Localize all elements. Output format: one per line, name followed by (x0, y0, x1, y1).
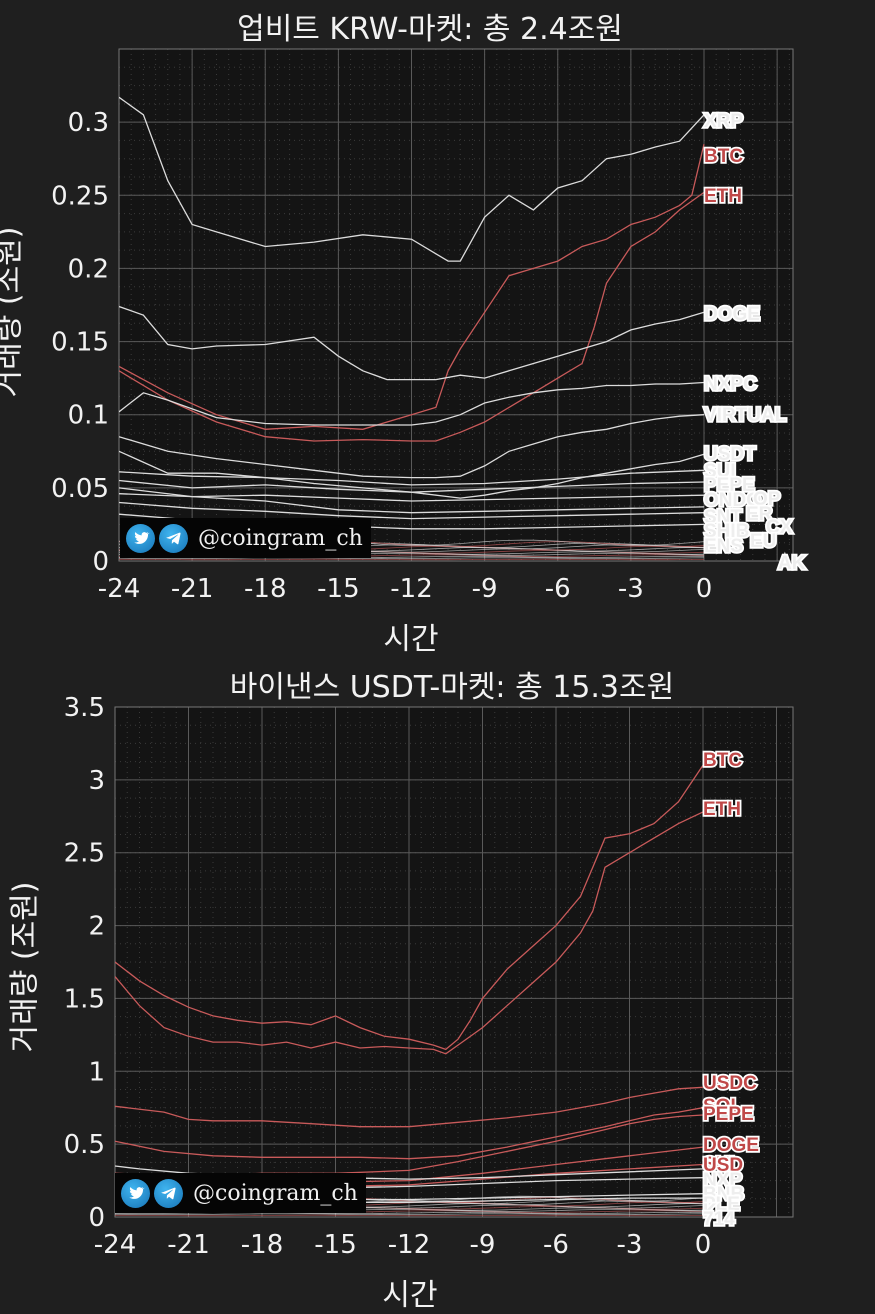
x-tick-label: -21 (171, 574, 213, 604)
partial-end-label: AK (778, 553, 806, 574)
x-tick-label: -15 (314, 1230, 356, 1260)
y-tick-label: 0.25 (51, 181, 109, 211)
y-tick-label: 0.1 (68, 401, 109, 431)
x-tick-label: -12 (388, 1230, 430, 1260)
x-tick-label: -9 (470, 1230, 496, 1260)
end-label: DOGE (703, 1135, 759, 1156)
x-tick-label: -15 (317, 574, 359, 604)
end-label: ETH (703, 799, 741, 820)
x-tick-label: 0 (695, 1230, 712, 1260)
x-tick-label: -12 (390, 574, 432, 604)
chart-title-binance: 바이낸스 USDT-마켓: 총 15.3조원 (229, 670, 675, 705)
x-tick-label: 0 (696, 574, 713, 604)
y-tick-label: 1 (88, 1057, 105, 1087)
y-axis-label-upbit: 거래량 (조원) (0, 226, 27, 398)
x-tick-label: -21 (167, 1230, 209, 1260)
x-tick-label: -6 (545, 574, 571, 604)
end-label: BTC (704, 146, 743, 167)
brand-badge-upbit[interactable]: @coingram_ch (120, 518, 371, 558)
end-label: VIRTUAL (704, 405, 787, 426)
y-tick-label: 1.5 (64, 984, 105, 1014)
x-tick-label: -24 (94, 1230, 136, 1260)
y-tick-label: 0.05 (51, 474, 109, 504)
end-label: ENS (704, 536, 743, 557)
y-tick-label: 0 (92, 547, 109, 577)
end-label: DOGE (704, 304, 760, 325)
x-tick-label: -3 (617, 1230, 643, 1260)
end-label: NXPC (704, 374, 757, 395)
y-tick-label: 0.3 (68, 108, 109, 138)
x-tick-label: -18 (241, 1230, 283, 1260)
y-tick-label: 2.5 (64, 839, 105, 869)
brand-handle: @coingram_ch (198, 525, 363, 551)
twitter-icon (126, 523, 155, 553)
y-tick-label: 3 (88, 766, 105, 796)
x-axis-label-upbit: 시간 (383, 622, 439, 657)
x-tick-label: -18 (244, 574, 286, 604)
x-axis-label-binance: 시간 (382, 1278, 438, 1313)
brand-badge-binance[interactable]: @coingram_ch (115, 1173, 366, 1213)
y-tick-label: 3.5 (64, 693, 105, 723)
x-tick-label: -9 (472, 574, 498, 604)
chart-title-upbit: 업비트 KRW-마켓: 총 2.4조원 (237, 12, 623, 47)
end-label: USDC (703, 1073, 757, 1094)
y-axis-label-binance: 거래량 (조원) (7, 881, 43, 1053)
end-label: ETH (704, 186, 742, 207)
x-tick-label: -6 (543, 1230, 569, 1260)
y-tick-label: 0.2 (68, 254, 109, 284)
telegram-icon (154, 1178, 183, 1208)
y-tick-label: 0.15 (51, 328, 109, 358)
end-label: 714 (703, 1209, 735, 1230)
twitter-icon (121, 1178, 150, 1208)
telegram-icon (159, 523, 188, 553)
end-label: XRP (704, 111, 743, 132)
x-tick-label: -24 (98, 574, 140, 604)
end-label: BTC (703, 750, 742, 771)
y-tick-label: 0.5 (64, 1130, 105, 1160)
partial-end-label: EU (750, 531, 776, 552)
x-tick-label: -3 (618, 574, 644, 604)
y-tick-label: 0 (88, 1203, 105, 1233)
brand-handle: @coingram_ch (193, 1180, 358, 1206)
end-label: PEPE (703, 1104, 754, 1125)
y-tick-label: 2 (88, 912, 105, 942)
